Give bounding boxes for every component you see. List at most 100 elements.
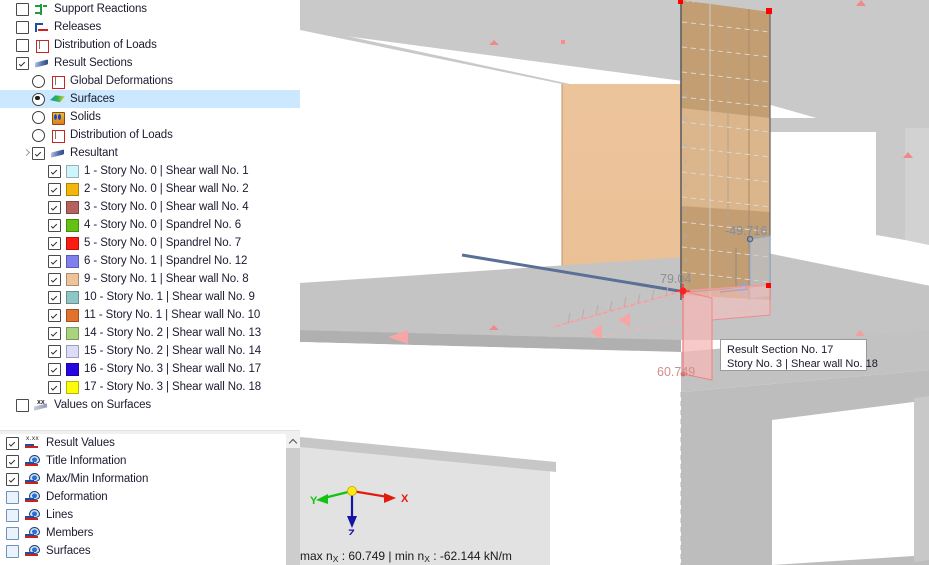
- minmax-status-bar: max nX : 60.749 | min nX : -62.144 kN/m: [300, 548, 929, 565]
- checkbox-rs-6[interactable]: [48, 254, 61, 268]
- tree-row-distribution-of-loads[interactable]: Distribution of Loads: [0, 36, 300, 54]
- results-navigator-tree[interactable]: Support Reactions Releases Distribution of…: [0, 0, 300, 430]
- checkbox-rs-4[interactable]: [48, 218, 61, 232]
- expand-arrow-icon[interactable]: [22, 144, 32, 162]
- tree-row-rs-4[interactable]: 4 - Story No. 0 | Spandrel No. 6: [0, 216, 300, 234]
- tree-row-rs-1[interactable]: 1 - Story No. 0 | Shear wall No. 1: [0, 162, 300, 180]
- checkbox-distribution-of-loads[interactable]: [16, 38, 29, 52]
- display-option-label: Title Information: [46, 455, 127, 467]
- tree-row-distribution-of-loads-2[interactable]: Distribution of Loads: [0, 126, 300, 144]
- tree-row-rs-16[interactable]: 16 - Story No. 3 | Shear wall No. 17: [0, 360, 300, 378]
- display-option-label: Deformation: [46, 491, 108, 503]
- tree-row-rs-17[interactable]: 17 - Story No. 3 | Shear wall No. 18: [0, 378, 300, 396]
- tree-row-values-on-surfaces[interactable]: xx Values on Surfaces: [0, 396, 300, 414]
- tree-row-result-sections[interactable]: Result Sections: [0, 54, 300, 72]
- checkbox-result-values[interactable]: [6, 436, 19, 450]
- color-swatch-rs-10: [66, 290, 79, 304]
- tree-row-label: Result Sections: [54, 57, 133, 69]
- axis-x-arrow: [384, 493, 396, 503]
- checkbox-rs-9[interactable]: [48, 272, 61, 286]
- checkbox-rs-15[interactable]: [48, 344, 61, 358]
- scroll-up-arrow[interactable]: [286, 434, 300, 448]
- solids-icon: [50, 111, 65, 125]
- tree-row-rs-11[interactable]: 11 - Story No. 1 | Shear wall No. 10: [0, 306, 300, 324]
- display-option-members[interactable]: Members: [0, 524, 300, 542]
- checkbox-rs-16[interactable]: [48, 362, 61, 376]
- tree-row-surfaces[interactable]: Surfaces: [0, 90, 300, 108]
- axis-origin-node: [347, 486, 357, 496]
- tree-row-rs-6[interactable]: 6 - Story No. 1 | Spandrel No. 12: [0, 252, 300, 270]
- checkbox-deformation[interactable]: [6, 490, 19, 504]
- model-3d-viewport[interactable]: 00 01 01 00 0 -49.716 79.04 60.749 Resul…: [300, 0, 929, 565]
- display-options-list[interactable]: x.xx Result Values Title Information Max/Mi…: [0, 434, 300, 565]
- tree-row-rs-9[interactable]: 9 - Story No. 1 | Shear wall No. 8: [0, 270, 300, 288]
- checkbox-support-reactions[interactable]: [16, 2, 29, 16]
- checkbox-maxmin-information[interactable]: [6, 472, 19, 486]
- checkbox-rs-5[interactable]: [48, 236, 61, 250]
- color-swatch-rs-17: [66, 380, 79, 394]
- checkbox-releases[interactable]: [16, 20, 29, 34]
- checkbox-result-sections[interactable]: [16, 56, 29, 70]
- checkbox-rs-3[interactable]: [48, 200, 61, 214]
- radio-solids[interactable]: [32, 110, 45, 124]
- radio-surfaces[interactable]: [32, 92, 45, 106]
- checkbox-surfaces-bottom[interactable]: [6, 544, 19, 558]
- tree-row-label: 15 - Story No. 2 | Shear wall No. 14: [84, 345, 262, 357]
- tree-row-label: Distribution of Loads: [70, 129, 173, 141]
- tree-row-rs-10[interactable]: 10 - Story No. 1 | Shear wall No. 9: [0, 288, 300, 306]
- tree-row-rs-14[interactable]: 14 - Story No. 2 | Shear wall No. 13: [0, 324, 300, 342]
- checkbox-members[interactable]: [6, 526, 19, 540]
- checkbox-lines[interactable]: [6, 508, 19, 522]
- display-option-title-information[interactable]: Title Information: [0, 452, 300, 470]
- display-option-maxmin-information[interactable]: Max/Min Information: [0, 470, 300, 488]
- tree-row-support-reactions[interactable]: Support Reactions: [0, 0, 300, 18]
- tree-row-label: 17 - Story No. 3 | Shear wall No. 18: [84, 381, 262, 393]
- tree-row-resultant[interactable]: Resultant: [0, 144, 300, 162]
- checkbox-values-on-surfaces[interactable]: [16, 398, 29, 412]
- checkbox-rs-14[interactable]: [48, 326, 61, 340]
- tree-row-releases[interactable]: Releases: [0, 18, 300, 36]
- radio-global-deformations[interactable]: [32, 74, 45, 88]
- checkbox-rs-17[interactable]: [48, 380, 61, 394]
- display-option-result-values[interactable]: x.xx Result Values: [0, 434, 300, 452]
- display-option-deformation[interactable]: Deformation: [0, 488, 300, 506]
- tree-row-rs-3[interactable]: 3 - Story No. 0 | Shear wall No. 4: [0, 198, 300, 216]
- column-right-upper: [876, 130, 905, 240]
- releases-icon: [34, 21, 49, 34]
- checkbox-rs-10[interactable]: [48, 290, 61, 304]
- checkbox-rs-2[interactable]: [48, 182, 61, 196]
- checkbox-rs-1[interactable]: [48, 164, 61, 178]
- checkbox-rs-11[interactable]: [48, 308, 61, 322]
- tree-row-solids[interactable]: Solids: [0, 108, 300, 126]
- slab-ceiling-cap: [300, 0, 929, 12]
- tree-row-rs-5[interactable]: 5 - Story No. 0 | Spandrel No. 7: [0, 234, 300, 252]
- tree-row-label: 9 - Story No. 1 | Shear wall No. 8: [84, 273, 249, 285]
- checkbox-title-information[interactable]: [6, 454, 19, 468]
- global-deformations-icon: [50, 75, 65, 89]
- display-option-surfaces-bottom[interactable]: Surfaces: [0, 542, 300, 560]
- color-swatch-rs-3: [66, 200, 79, 214]
- tree-row-rs-2[interactable]: 2 - Story No. 0 | Shear wall No. 2: [0, 180, 300, 198]
- color-swatch-rs-16: [66, 362, 79, 376]
- checkbox-resultant[interactable]: [32, 146, 45, 160]
- tree-row-label: Support Reactions: [54, 3, 147, 15]
- radio-distribution-of-loads-2[interactable]: [32, 128, 45, 142]
- tree-row-global-deformations[interactable]: Global Deformations: [0, 72, 300, 90]
- color-swatch-rs-6: [66, 254, 79, 268]
- display-options-scrollbar[interactable]: [286, 434, 300, 565]
- tree-row-rs-15[interactable]: 15 - Story No. 2 | Shear wall No. 14: [0, 342, 300, 360]
- result-values-icon: x.xx: [25, 435, 40, 450]
- display-option-lines[interactable]: Lines: [0, 506, 300, 524]
- scrollbar-thumb[interactable]: [286, 448, 300, 565]
